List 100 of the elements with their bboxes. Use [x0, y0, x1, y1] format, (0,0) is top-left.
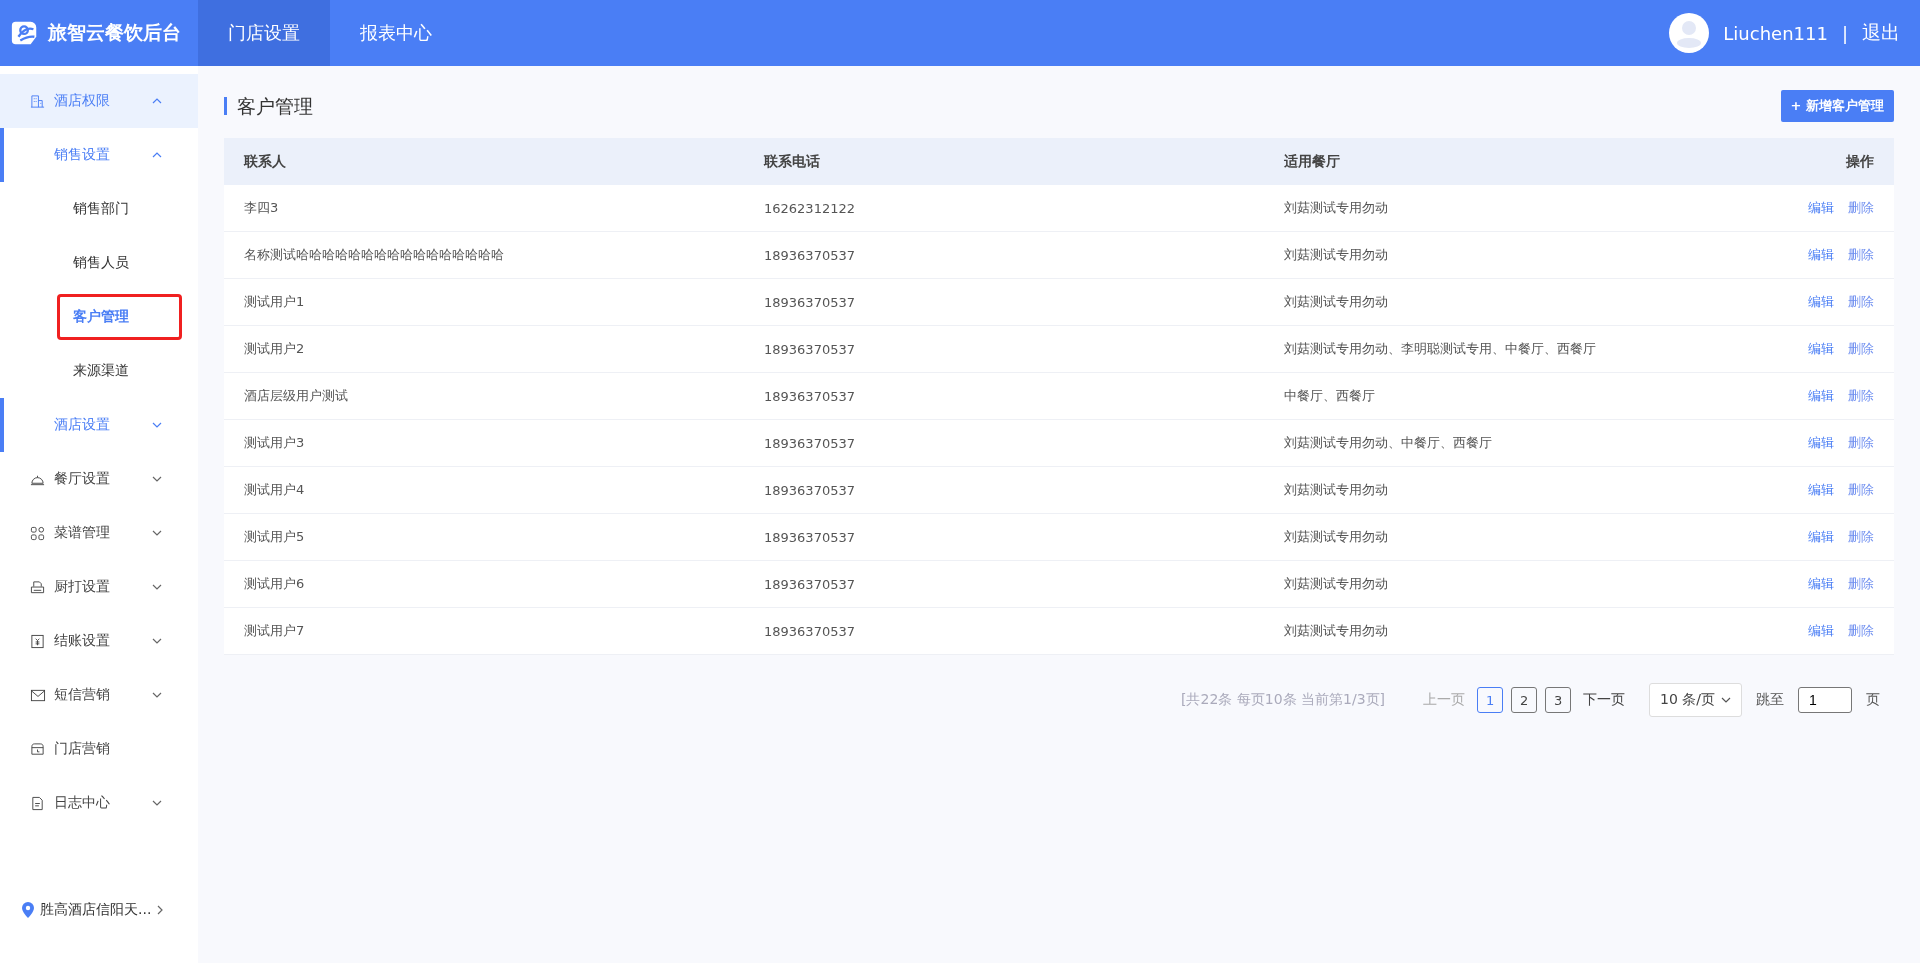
- table-cell: 18936370537: [744, 607, 1264, 655]
- table-cell: 18936370537: [744, 231, 1264, 279]
- page-summary: [共22条 每页10条 当前第1/3页]: [1181, 691, 1385, 709]
- table-cell: 测试用户5: [224, 513, 744, 561]
- page-number[interactable]: 1: [1477, 687, 1503, 713]
- page-number[interactable]: 2: [1511, 687, 1537, 713]
- chevron-icon: [152, 638, 162, 644]
- column-header: 联系电话: [744, 138, 1264, 185]
- chevron-icon: [152, 584, 162, 590]
- edit-link[interactable]: 编辑: [1808, 340, 1834, 358]
- building-icon: [30, 93, 45, 109]
- chevron-icon: [152, 152, 162, 158]
- table-cell: 18936370537: [744, 419, 1264, 467]
- table-cell: 刘菇测试专用勿动: [1264, 513, 1734, 561]
- table-cell: 18936370537: [744, 325, 1264, 373]
- edit-link[interactable]: 编辑: [1808, 246, 1834, 264]
- add-button[interactable]: + 新增客户管理: [1780, 90, 1894, 122]
- delete-link[interactable]: 删除: [1848, 528, 1874, 546]
- menu-link[interactable]: 客户管理: [57, 294, 182, 340]
- jump-page-field[interactable]: 1: [1798, 687, 1852, 713]
- table-cell: 名称测试哈哈哈哈哈哈哈哈哈哈哈哈哈哈哈哈: [224, 231, 744, 279]
- table-cell: 酒店层级用户测试: [224, 372, 744, 420]
- table-cell: 测试用户7: [224, 607, 744, 655]
- separator: |: [1841, 22, 1848, 44]
- menu-link[interactable]: 销售部门: [57, 186, 145, 232]
- chevron-icon: [152, 98, 162, 104]
- delete-link[interactable]: 删除: [1848, 246, 1874, 264]
- menu-link[interactable]: 销售人员: [57, 240, 145, 286]
- edit-link[interactable]: 编辑: [1808, 434, 1834, 452]
- column-header: 适用餐厅: [1264, 138, 1734, 185]
- delete-link[interactable]: 删除: [1848, 434, 1874, 452]
- edit-link[interactable]: 编辑: [1808, 622, 1834, 640]
- avatar-icon[interactable]: [1669, 13, 1710, 53]
- table-cell: 测试用户1: [224, 278, 744, 326]
- table-cell: 刘菇测试专用勿动、中餐厅、西餐厅: [1264, 419, 1734, 467]
- edit-link[interactable]: 编辑: [1808, 528, 1834, 546]
- menu-link[interactable]: 来源渠道: [57, 348, 145, 394]
- page-size-select[interactable]: 10 条/页: [1649, 683, 1742, 717]
- menu-item[interactable]: 餐厅设置: [0, 452, 198, 506]
- delete-link[interactable]: 删除: [1848, 575, 1874, 593]
- chevron-icon: [152, 476, 162, 482]
- edit-link[interactable]: 编辑: [1808, 481, 1834, 499]
- nav-tab[interactable]: 门店设置: [198, 0, 330, 66]
- grid-icon: [30, 525, 45, 541]
- column-header: 联系人: [224, 138, 744, 185]
- chevron-icon: [152, 692, 162, 698]
- menu-item[interactable]: 日志中心: [0, 776, 198, 830]
- menu-item[interactable]: 结账设置: [0, 614, 198, 668]
- chevron-icon: [152, 530, 162, 536]
- delete-link[interactable]: 删除: [1848, 387, 1874, 405]
- store-icon: [30, 741, 45, 757]
- printer-icon: [30, 579, 45, 595]
- page-title: 客户管理: [224, 97, 313, 115]
- menu-item[interactable]: 菜谱管理: [0, 506, 198, 560]
- table-cell: 16262312122: [744, 185, 1264, 232]
- delete-link[interactable]: 删除: [1848, 293, 1874, 311]
- edit-link[interactable]: 编辑: [1808, 293, 1834, 311]
- jump-label: 跳至: [1756, 691, 1784, 709]
- logout-link[interactable]: 退出: [1862, 20, 1900, 46]
- table-cell: 18936370537: [744, 466, 1264, 514]
- column-header: 操作: [1733, 138, 1894, 185]
- menu-item[interactable]: 门店营销: [0, 722, 198, 776]
- table-cell: 18936370537: [744, 372, 1264, 420]
- table-cell: 刘菇测试专用勿动: [1264, 466, 1734, 514]
- table-cell: 刘菇测试专用勿动: [1264, 560, 1734, 608]
- nav-tab[interactable]: 报表中心: [330, 0, 462, 66]
- edit-link[interactable]: 编辑: [1808, 575, 1834, 593]
- page-unit-label: 页: [1866, 691, 1880, 709]
- table-cell: 刘菇测试专用勿动: [1264, 607, 1734, 655]
- chevron-icon: [152, 422, 162, 428]
- map-pin-icon: [22, 902, 34, 918]
- location-selector[interactable]: 胜高酒店信阳天...: [0, 901, 198, 963]
- table-cell: 18936370537: [744, 513, 1264, 561]
- user-name: Liuchen111: [1723, 22, 1828, 44]
- edit-link[interactable]: 编辑: [1808, 387, 1834, 405]
- next-page-link[interactable]: 下一页: [1583, 691, 1625, 709]
- table-cell: 测试用户3: [224, 419, 744, 467]
- table-cell: 刘菇测试专用勿动: [1264, 185, 1734, 232]
- edit-link[interactable]: 编辑: [1808, 199, 1834, 217]
- table-cell: 测试用户2: [224, 325, 744, 373]
- delete-link[interactable]: 删除: [1848, 340, 1874, 358]
- menu-item[interactable]: 厨打设置: [0, 560, 198, 614]
- table-cell: 测试用户4: [224, 466, 744, 514]
- table-cell: 刘菇测试专用勿动: [1264, 278, 1734, 326]
- table-cell: 中餐厅、西餐厅: [1264, 372, 1734, 420]
- menu-item[interactable]: 短信营销: [0, 668, 198, 722]
- menu-item[interactable]: 酒店权限: [0, 74, 198, 128]
- table-cell: 李四3: [224, 185, 744, 232]
- chevron-icon: [152, 800, 162, 806]
- delete-link[interactable]: 删除: [1848, 622, 1874, 640]
- submenu-item[interactable]: 销售设置: [0, 128, 198, 182]
- table-cell: 18936370537: [744, 560, 1264, 608]
- table-cell: 测试用户6: [224, 560, 744, 608]
- table-cell: 刘菇测试专用勿动、李明聪测试专用、中餐厅、西餐厅: [1264, 325, 1734, 373]
- page-number[interactable]: 3: [1545, 687, 1571, 713]
- delete-link[interactable]: 删除: [1848, 199, 1874, 217]
- submenu-item[interactable]: 酒店设置: [0, 398, 198, 452]
- table-cell: 18936370537: [744, 278, 1264, 326]
- delete-link[interactable]: 删除: [1848, 481, 1874, 499]
- app-title: 旅智云餐饮后台: [48, 20, 181, 45]
